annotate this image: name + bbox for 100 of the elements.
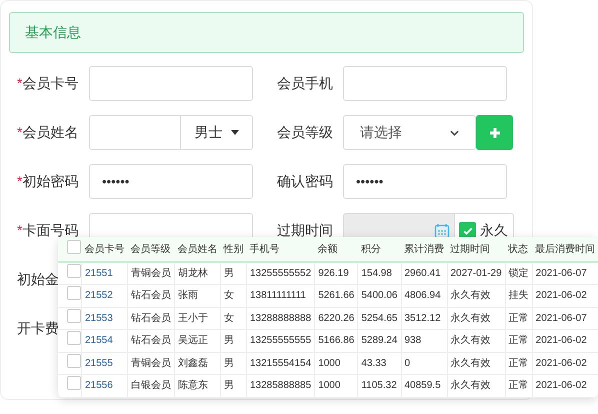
table-cell: 青铜会员 <box>131 268 171 279</box>
table-cell: 5254.65 <box>361 312 398 324</box>
table-cell: 女 <box>224 312 234 324</box>
table-cell: 2027-01-29 <box>450 268 502 279</box>
add-button[interactable] <box>476 115 513 150</box>
card-number-link[interactable]: 21553 <box>85 312 113 324</box>
table-cell: 胡龙林 <box>178 268 208 279</box>
field-label: 卡面号码 <box>22 221 78 240</box>
table-cell: 刘鑫磊 <box>178 358 208 369</box>
password-field[interactable]: •••••• <box>89 164 253 199</box>
password-field[interactable]: •••••• <box>343 164 507 199</box>
table-cell: 13255555552 <box>250 268 312 279</box>
table-cell: 13288888888 <box>250 312 312 324</box>
required-asterisk: * <box>17 123 22 142</box>
table-cell: 钻石会员 <box>131 312 171 324</box>
checkbox[interactable] <box>67 308 81 323</box>
table-cell: 3512.12 <box>404 312 441 324</box>
table-cell: 2021-06-07 <box>536 268 587 279</box>
table-cell: 张雨 <box>178 290 198 302</box>
field-label: 会员卡号 <box>22 74 78 93</box>
field-label: 初始密码 <box>22 172 78 191</box>
table-cell: 男 <box>224 358 234 369</box>
table-cell: 正常 <box>508 312 529 324</box>
checkbox[interactable] <box>67 264 81 278</box>
table-cell: 2021-06-02 <box>536 380 587 392</box>
table-cell: 13215554154 <box>250 358 312 369</box>
field-label: 初始金 <box>17 270 59 289</box>
table-cell: 0 <box>404 358 410 369</box>
table-cell: 永久有效 <box>450 380 490 392</box>
table-cell: 13285888885 <box>250 380 312 392</box>
card-number-link[interactable]: 21555 <box>85 358 113 369</box>
section-title: 基本信息 <box>25 23 81 42</box>
checkbox[interactable] <box>67 286 81 300</box>
required-asterisk: * <box>17 172 22 191</box>
table-cell: 1000 <box>318 380 340 392</box>
table-cell: 永久有效 <box>450 358 490 369</box>
checkbox[interactable] <box>67 240 81 254</box>
field-label: 会员手机 <box>277 74 334 93</box>
table-cell: 锁定 <box>508 268 529 279</box>
table-cell: 男 <box>224 380 234 392</box>
table-cell: 1105.32 <box>361 380 397 392</box>
name-field[interactable] <box>89 115 181 150</box>
text-field[interactable] <box>89 66 253 101</box>
column-header: 余额 <box>314 237 358 262</box>
table-cell: 永久有效 <box>450 290 490 302</box>
column-header: 性别 <box>220 237 246 262</box>
column-header: 会员姓名 <box>174 237 220 262</box>
field-label: 会员等级 <box>277 123 334 142</box>
permanent-label: 永久 <box>480 221 508 240</box>
card-number-link[interactable]: 21556 <box>85 380 113 392</box>
table-cell: 5400.06 <box>361 290 398 302</box>
required-asterisk: * <box>17 74 22 93</box>
column-header: 会员卡号 <box>82 237 128 262</box>
checkbox[interactable] <box>67 354 81 368</box>
column-header: 状态 <box>505 237 532 262</box>
table-cell: 4806.94 <box>404 290 441 302</box>
checkbox[interactable] <box>67 376 81 390</box>
table-cell: 男 <box>224 335 234 346</box>
plus-icon <box>488 126 500 138</box>
table-cell: 1000 <box>318 358 340 369</box>
field-label: 会员姓名 <box>22 123 78 142</box>
text-field[interactable] <box>343 66 507 101</box>
table-cell: 钻石会员 <box>131 335 171 346</box>
column-header: 积分 <box>358 237 401 262</box>
card-number-link[interactable]: 21551 <box>85 268 113 279</box>
table-cell: 5166.86 <box>318 335 354 346</box>
table-cell: 2021-06-02 <box>536 358 587 369</box>
table-cell: 王小于 <box>178 312 208 324</box>
table-cell: 154.98 <box>361 268 392 279</box>
table-cell: 40859.5 <box>404 380 441 392</box>
table-cell: 永久有效 <box>450 335 490 346</box>
table-cell: 2021-06-07 <box>536 312 587 324</box>
table-cell: 正常 <box>508 380 529 392</box>
table-cell: 13255555555 <box>250 335 312 346</box>
table-cell: 43.33 <box>361 358 386 369</box>
card-number-link[interactable]: 21554 <box>85 335 113 346</box>
table-cell: 5261.66 <box>318 290 354 302</box>
table-cell: 永久有效 <box>450 312 490 324</box>
column-header: 最后消费时间 <box>532 237 598 262</box>
table-cell: 926.19 <box>318 268 349 279</box>
field-label: 确认密码 <box>277 172 334 191</box>
checkbox[interactable] <box>67 331 81 346</box>
card-number-link[interactable]: 21552 <box>85 290 113 302</box>
column-header: 累计消费 <box>401 237 447 262</box>
table-cell: 女 <box>224 290 234 302</box>
table-cell: 6220.26 <box>318 312 354 324</box>
table-cell: 白银会员 <box>131 380 171 392</box>
table-cell: 吴远正 <box>178 335 208 346</box>
table-cell: 青铜会员 <box>131 358 171 369</box>
caret-icon <box>230 130 238 135</box>
table-cell: 13811111111 <box>250 290 306 302</box>
table-cell: 男 <box>224 268 234 279</box>
required-asterisk: * <box>17 221 22 240</box>
field-label: 过期时间 <box>277 221 334 240</box>
column-header: 手机号 <box>246 237 315 262</box>
gender-dropdown[interactable]: 男士 <box>181 115 253 150</box>
level-select[interactable]: 请选择 <box>343 115 476 150</box>
table-cell: 钻石会员 <box>131 290 171 302</box>
column-header: 过期时间 <box>447 237 506 262</box>
table-cell: 2021-06-02 <box>536 335 587 346</box>
